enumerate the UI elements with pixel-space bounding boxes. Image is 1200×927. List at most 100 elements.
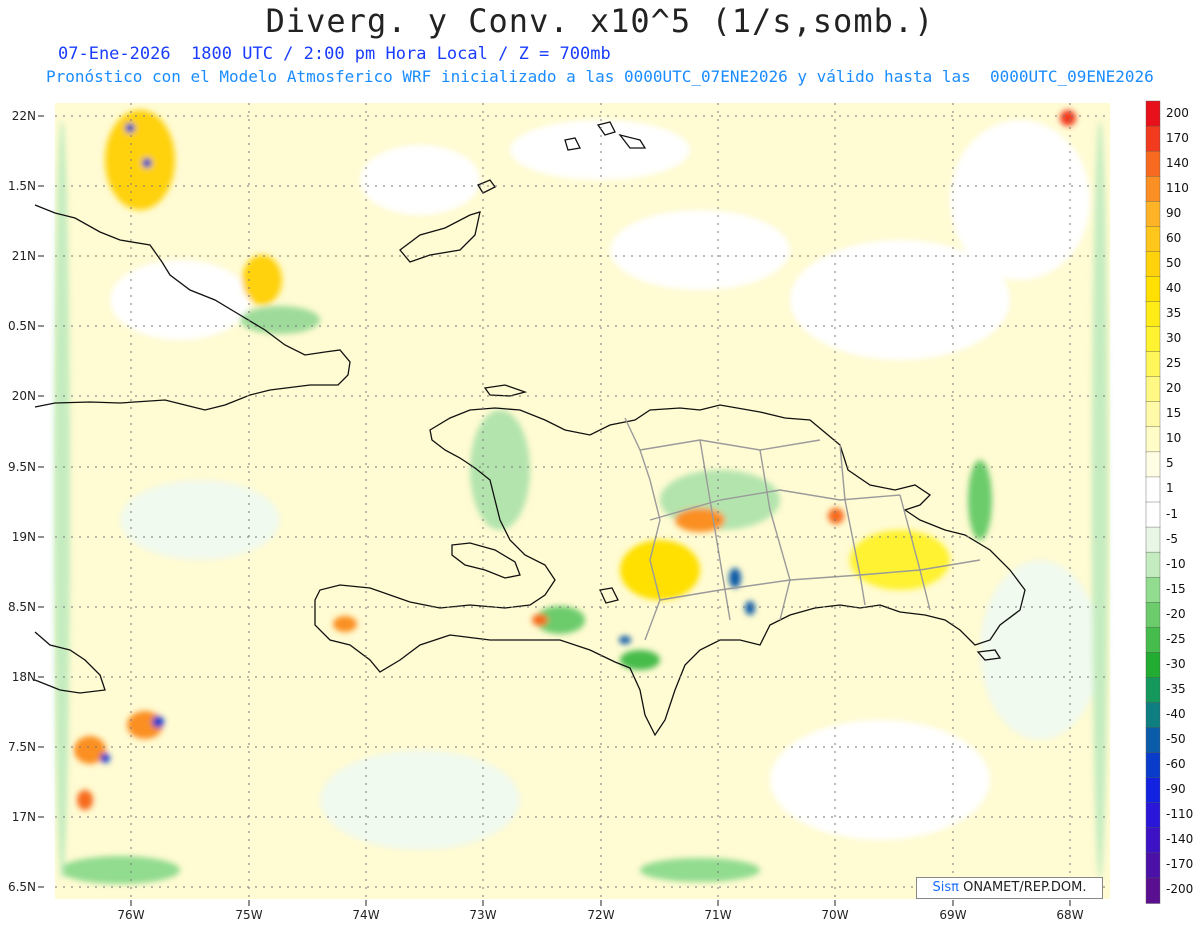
credit-text: ONAMET/REP.DOM. — [958, 880, 1087, 895]
colorbar-swatch — [1145, 576, 1161, 603]
colorbar-label: 5 — [1166, 456, 1174, 471]
colorbar-label: 10 — [1166, 431, 1182, 446]
white-patch — [950, 120, 1090, 280]
colorbar-label: -90 — [1166, 782, 1186, 797]
colorbar-swatch — [1145, 451, 1161, 478]
convergence-core — [142, 158, 152, 168]
divergence-spot — [242, 255, 282, 305]
lon-label-72w: 72W — [587, 908, 615, 922]
colorbar-label: -50 — [1166, 732, 1186, 747]
colorbar-swatch — [1145, 301, 1161, 328]
colorbar-label: -110 — [1166, 807, 1194, 822]
colorbar-swatch — [1145, 702, 1161, 729]
colorbar-swatch — [1145, 652, 1161, 679]
colorbar-swatch — [1145, 802, 1161, 829]
colorbar-label: -200 — [1166, 882, 1194, 897]
colorbar-label: 170 — [1166, 130, 1189, 145]
convergence-core — [619, 636, 631, 644]
lon-label-76w: 76W — [117, 908, 145, 922]
sispi-logo: Sisπ — [932, 880, 959, 895]
colorbar-label: 110 — [1166, 180, 1189, 195]
colorbar-swatch — [1145, 100, 1161, 127]
colorbar-label: 90 — [1166, 205, 1182, 220]
lat-label-21-5n: 1.5N — [7, 179, 36, 193]
colorbar-label: 20 — [1166, 381, 1182, 396]
lon-label-68w: 68W — [1056, 908, 1084, 922]
colorbar-swatch — [1145, 727, 1161, 754]
colorbar-label: -140 — [1166, 832, 1194, 847]
colorbar-label: -170 — [1166, 857, 1194, 872]
colorbar-swatch — [1145, 677, 1161, 704]
colorbar-label: 50 — [1166, 255, 1182, 270]
convergence-core — [745, 601, 755, 615]
lat-label-17n: 17N — [11, 810, 36, 824]
colorbar-swatch — [1145, 201, 1161, 228]
divergence-spot — [620, 540, 700, 600]
convergence-core — [152, 716, 164, 728]
colorbar-label: -60 — [1166, 757, 1186, 772]
colorbar-swatch — [1145, 602, 1161, 629]
colorbar-label: -25 — [1166, 631, 1186, 646]
colorbar-label: 35 — [1166, 306, 1182, 321]
convergence-core — [100, 753, 110, 763]
lat-label-19-5n: 9.5N — [7, 460, 36, 474]
colorbar-label: 200 — [1166, 105, 1189, 120]
lon-label-75w: 75W — [235, 908, 263, 922]
colorbar-swatch — [1145, 276, 1161, 303]
colorbar-swatch — [1145, 526, 1161, 553]
colorbar-swatch — [1145, 852, 1161, 879]
lat-label-20-5n: 0.5N — [7, 319, 36, 333]
lon-label-73w: 73W — [469, 908, 497, 922]
lat-label-19n: 19N — [11, 530, 36, 544]
colorbar-label: 25 — [1166, 356, 1182, 371]
white-patch — [320, 750, 520, 850]
colorbar-swatch — [1145, 150, 1161, 177]
map-panel — [34, 100, 1161, 906]
divergence-spot — [77, 790, 93, 810]
lon-label-71w: 71W — [704, 908, 732, 922]
colorbar-label: -40 — [1166, 707, 1186, 722]
lon-label-70w: 70W — [821, 908, 849, 922]
lat-label-18n: 18N — [11, 670, 36, 684]
colorbar-swatch — [1145, 226, 1161, 253]
colorbar-label: 1 — [1166, 481, 1174, 496]
colorbar-label: 40 — [1166, 280, 1182, 295]
lon-label-69w: 69W — [939, 908, 967, 922]
colorbar-swatch — [1145, 501, 1161, 528]
colorbar-label: 60 — [1166, 230, 1182, 245]
lat-label-18-5n: 8.5N — [7, 600, 36, 614]
white-patch — [980, 560, 1100, 740]
lat-label-17-5n: 7.5N — [7, 740, 36, 754]
colorbar-swatch — [1145, 326, 1161, 353]
colorbar-swatch — [1145, 426, 1161, 453]
colorbar-label: 15 — [1166, 406, 1182, 421]
colorbar-label: -15 — [1166, 581, 1186, 596]
white-patch — [120, 480, 280, 560]
colorbar-swatch — [1145, 125, 1161, 152]
colorbar-label: -35 — [1166, 681, 1186, 696]
white-patch — [770, 720, 990, 840]
divergence-spot — [828, 508, 844, 524]
lat-label-21n: 21N — [11, 249, 36, 263]
colorbar-swatch — [1145, 251, 1161, 278]
divergence-spot — [1060, 110, 1076, 126]
green-band — [640, 858, 760, 882]
colorbar-label: -5 — [1166, 531, 1178, 546]
colorbar-swatch — [1145, 827, 1161, 854]
colorbar-swatch — [1145, 752, 1161, 779]
green-band — [968, 460, 992, 540]
divergence-spot — [850, 530, 950, 590]
colorbar-swatch — [1145, 551, 1161, 578]
green-band — [54, 120, 70, 880]
green-band — [240, 306, 320, 334]
colorbar-swatch — [1145, 777, 1161, 804]
white-patch — [510, 120, 690, 180]
colorbar-label: -1 — [1166, 506, 1178, 521]
green-band — [60, 856, 180, 884]
colorbar-label: 30 — [1166, 331, 1182, 346]
colorbar-swatch — [1145, 476, 1161, 503]
colorbar-swatch — [1145, 376, 1161, 403]
white-patch — [360, 145, 480, 215]
lat-label-16-5n: 6.5N — [7, 880, 36, 894]
colorbar-swatch — [1145, 351, 1161, 378]
